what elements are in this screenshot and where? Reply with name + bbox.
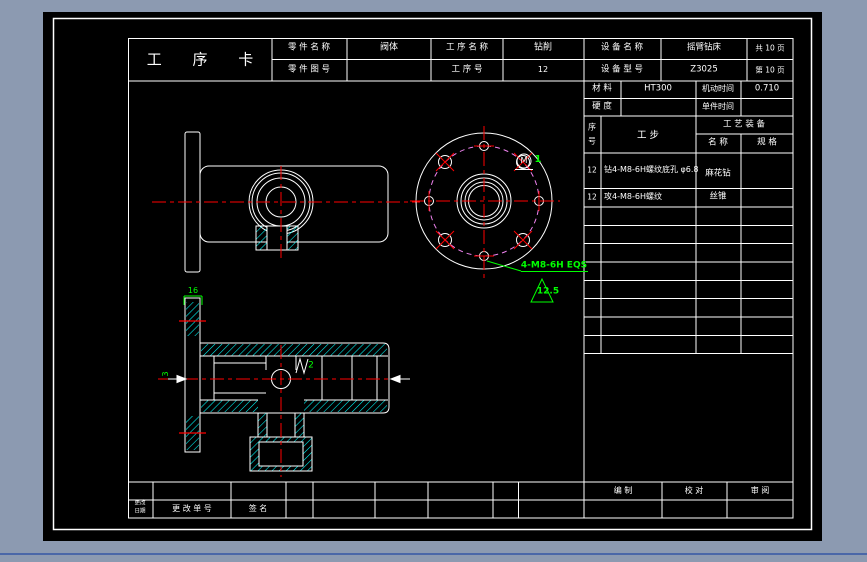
compile-label: 编 制 <box>613 486 633 495</box>
tool-spec-header: 规 格 <box>757 137 777 148</box>
machine-time-label: 机动时间 <box>702 84 734 93</box>
datum-index: 1 <box>534 153 542 165</box>
card-title: 工 序 卡 <box>146 50 267 69</box>
step-row-tool: 麻花钻 <box>705 168 731 179</box>
datum-m-label: M <box>520 156 528 165</box>
step-row-desc: 钻4-M8-6H螺纹底孔 φ6.8 <box>604 165 699 174</box>
equip-model-value: Z3025 <box>690 64 718 75</box>
material-label: 材 料 <box>592 83 612 94</box>
step-row-tool: 丝锥 <box>709 191 727 202</box>
cad-canvas[interactable]: 工 序 卡 零 件 名 称 阀体 零 件 图 号 工 序 名 称 钻削 工 序 … <box>0 0 867 562</box>
process-name-label: 工 序 名 称 <box>445 42 489 53</box>
machine-time-value: 0.710 <box>754 83 780 94</box>
part-name-value: 阀体 <box>379 42 399 53</box>
sign-label: 签 名 <box>248 504 268 513</box>
tooling-header: 工 艺 装 备 <box>722 119 766 130</box>
review-label: 审 阅 <box>750 486 770 495</box>
process-no-value: 12 <box>537 65 549 74</box>
process-no-label: 工 序 号 <box>451 64 483 75</box>
pages-current: 第 10 页 <box>755 65 785 75</box>
equip-name-label: 设 备 名 称 <box>600 42 644 53</box>
thread-callout: 4-M8-6H EQS <box>520 260 588 271</box>
dim-groove: 2 <box>308 360 314 371</box>
step-row-desc: 攻4-M8-6H螺纹 <box>604 192 662 201</box>
tool-name-header: 名 称 <box>708 137 728 148</box>
roughness-value: 12.5 <box>536 286 560 297</box>
hardness-label: 硬 度 <box>592 101 612 112</box>
change-no-label: 更 改 单 号 <box>172 504 212 513</box>
equip-name-value: 摇臂钻床 <box>686 42 722 53</box>
step-row-no: 12 <box>587 192 597 202</box>
sheet-graphics <box>43 12 822 541</box>
seq-header: 序 号 <box>588 122 596 145</box>
pages-total: 共 10 页 <box>755 43 785 53</box>
window-border-line <box>0 553 867 555</box>
material-value: HT300 <box>644 83 672 94</box>
part-no-label: 零 件 图 号 <box>287 64 331 75</box>
step-row-no: 12 <box>587 165 597 175</box>
step-header: 工 步 <box>636 130 660 142</box>
part-name-label: 零 件 名 称 <box>287 42 331 53</box>
equip-model-label: 设 备 型 号 <box>600 64 644 75</box>
check-label: 校 对 <box>684 486 704 495</box>
piece-time-label: 单件时间 <box>702 102 734 111</box>
change-date-header: 更改 日期 <box>134 500 146 514</box>
dim-left: 3 <box>161 371 170 377</box>
process-name-value: 钻削 <box>533 42 553 53</box>
dim-flange-width: 16 <box>187 286 199 295</box>
